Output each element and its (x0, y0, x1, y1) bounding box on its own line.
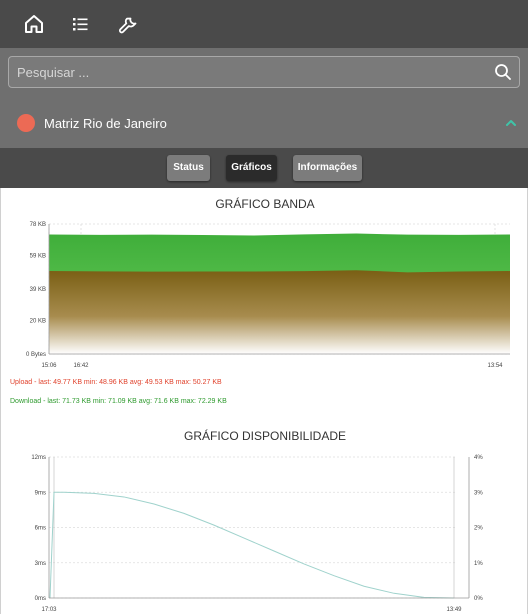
tab-informacoes[interactable]: Informações (293, 155, 362, 181)
y-tick-label: 0 Bytes (26, 352, 46, 358)
charts-panel: GRÁFICO BANDA 78 KB 59 KB 39 KB 20 KB 0 Byte… (0, 188, 528, 614)
search-area (0, 48, 528, 100)
site-name: Matriz Rio de Janeiro (44, 116, 167, 131)
top-nav-bar (0, 0, 528, 48)
tab-status[interactable]: Status (167, 155, 210, 181)
x-tick-label: 16:42 (73, 363, 89, 369)
search-icon[interactable] (493, 62, 513, 82)
site-header[interactable]: Matriz Rio de Janeiro (0, 100, 528, 148)
download-summary: Download - last: 71.73 KB min: 71.09 KB … (10, 398, 227, 405)
y-tick-label: 20 KB (30, 319, 46, 325)
search-input[interactable] (17, 57, 487, 87)
tab-bar: Status Gráficos Informações (0, 148, 528, 188)
search-box (8, 56, 520, 88)
y-tick-label-right: 4% (474, 455, 483, 461)
bandwidth-chart-title: GRÁFICO BANDA (215, 197, 315, 211)
y-tick-label-left: 12ms (31, 455, 46, 461)
y-tick-label: 39 KB (30, 287, 46, 293)
y-tick-label-right: 3% (474, 490, 483, 496)
y-tick-label-right: 0% (474, 596, 483, 602)
list-icon[interactable] (68, 12, 92, 36)
wrench-icon[interactable] (116, 12, 140, 36)
tab-graficos[interactable]: Gráficos (226, 155, 277, 181)
availability-chart: 12ms 9ms 6ms 3ms 0ms 4% 3% 2% 1% 0% 17:03 13:49 (31, 455, 483, 613)
status-indicator (17, 114, 35, 132)
y-tick-label-left: 9ms (35, 490, 46, 496)
y-tick-label-left: 0ms (35, 596, 46, 602)
bandwidth-chart: 78 KB 59 KB 39 KB 20 KB 0 Bytes 15:06 16:42 13… (26, 222, 510, 369)
y-tick-label: 59 KB (30, 254, 46, 260)
y-tick-label-right: 1% (474, 561, 483, 567)
y-tick-label-right: 2% (474, 526, 483, 532)
x-tick-label: 17:03 (41, 607, 57, 613)
availability-chart-title: GRÁFICO DISPONIBILIDADE (183, 429, 347, 443)
x-tick-label: 15:06 (41, 363, 57, 369)
series-area-upload (49, 270, 510, 354)
chevron-up-icon[interactable] (504, 116, 518, 130)
upload-summary: Upload - last: 49.77 KB min: 48.96 KB av… (10, 379, 222, 386)
x-tick-label: 13:49 (446, 607, 462, 613)
y-tick-label: 78 KB (30, 222, 46, 228)
y-tick-label-left: 3ms (35, 561, 46, 567)
y-tick-label-left: 6ms (35, 526, 46, 532)
x-tick-label: 13:54 (487, 363, 503, 369)
series-line-availability (49, 491, 455, 599)
home-icon[interactable] (22, 12, 46, 36)
